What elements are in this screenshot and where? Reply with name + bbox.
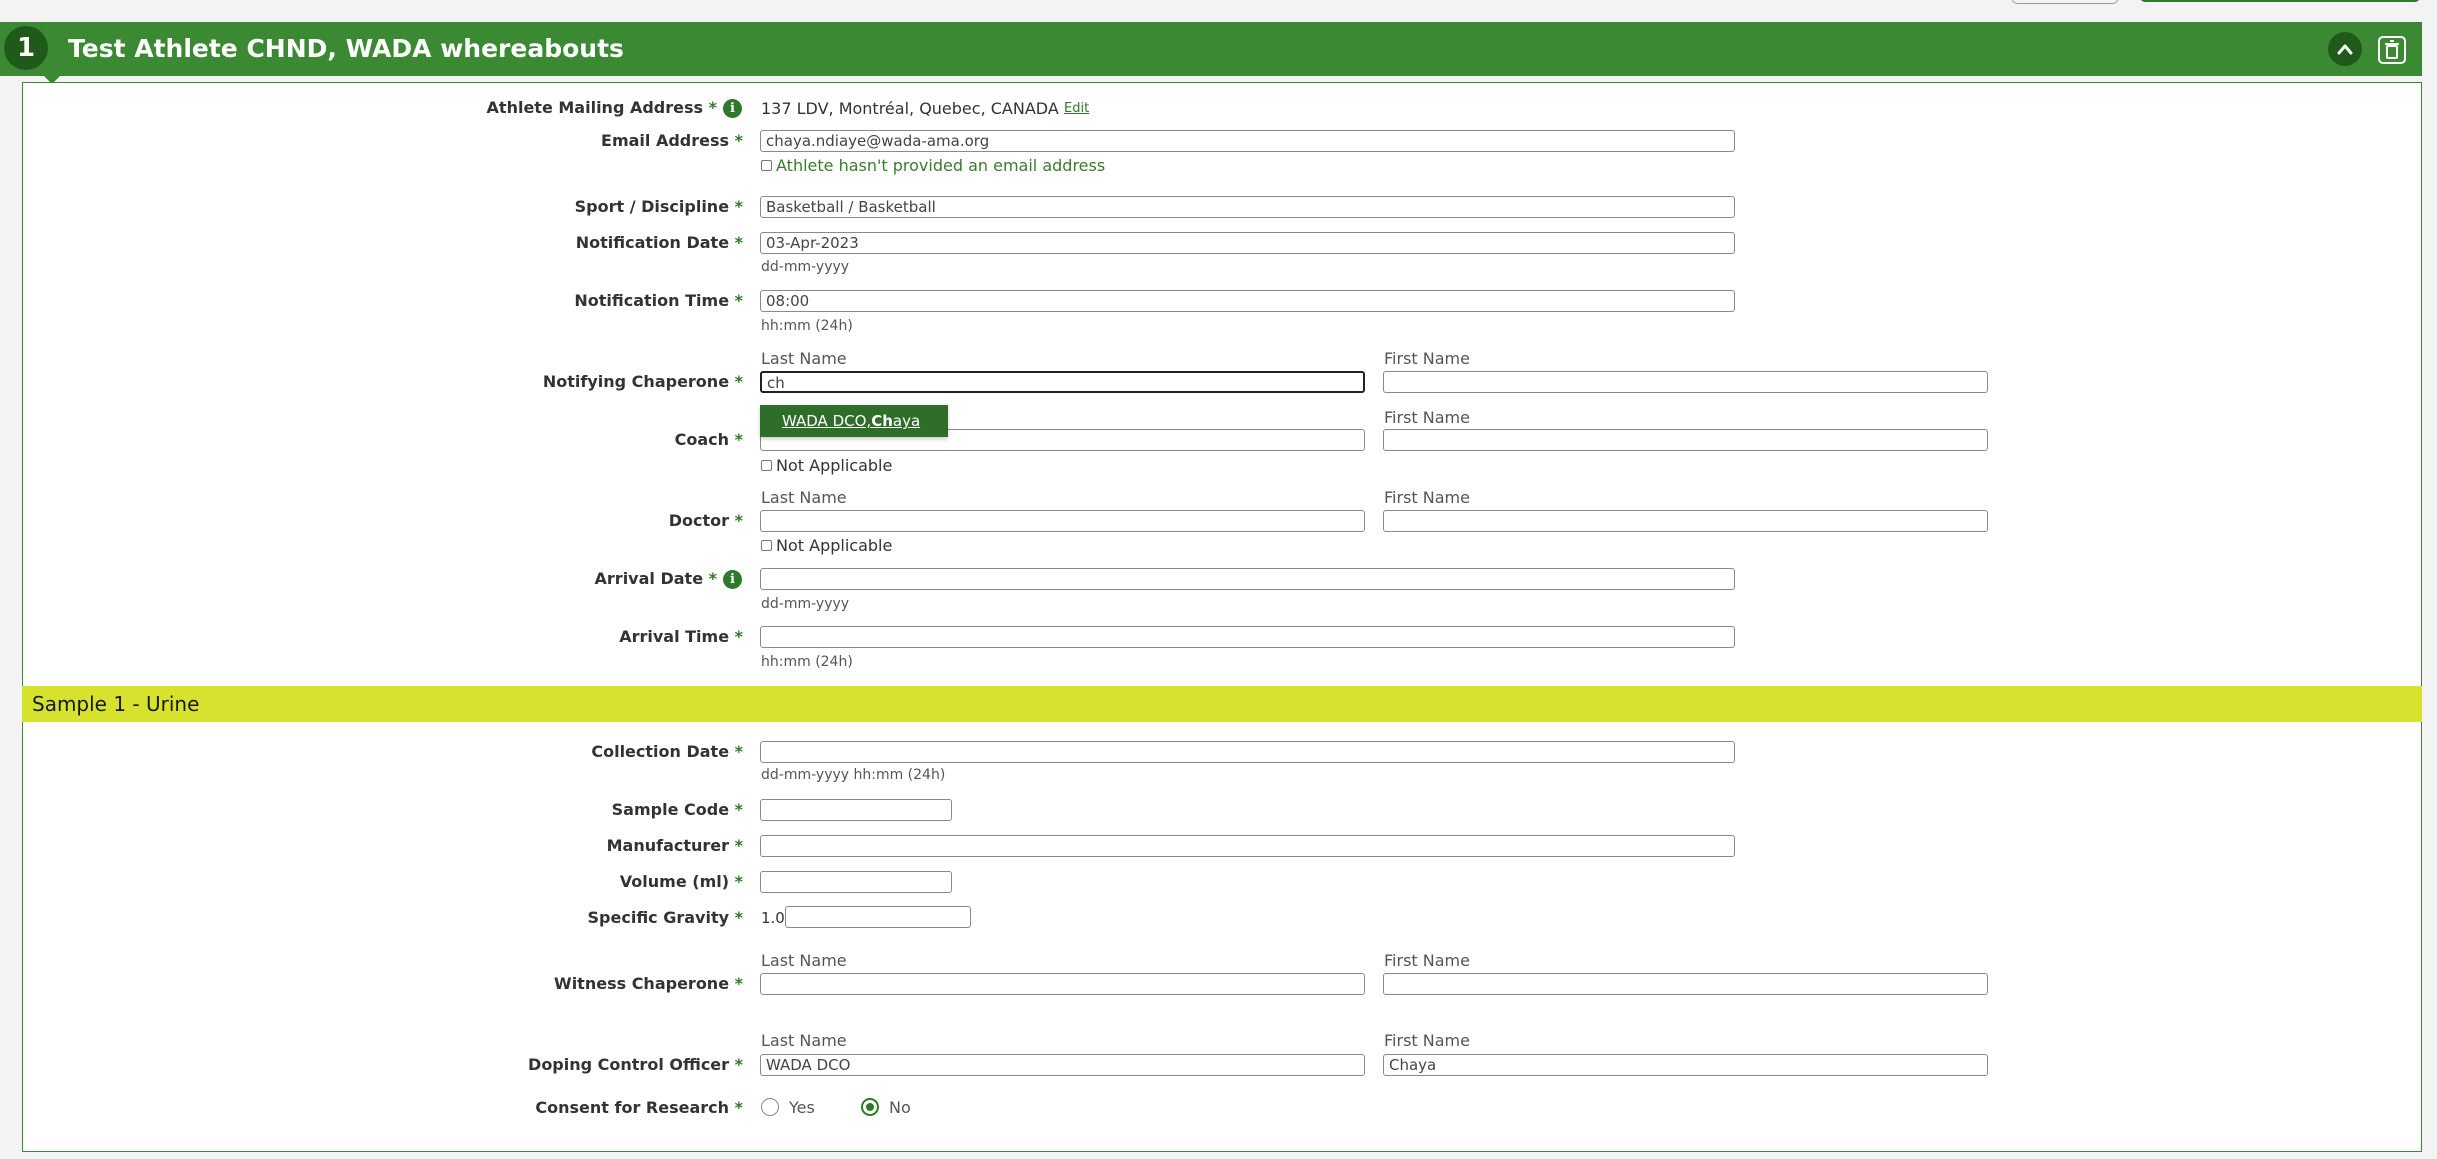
- chevron-up-icon[interactable]: [2328, 32, 2362, 66]
- arrival-time-hint: hh:mm (24h): [761, 654, 853, 670]
- sample-section-title: Sample 1 - Urine: [32, 692, 200, 716]
- collection-date-hint: dd-mm-yyyy hh:mm (24h): [761, 767, 946, 783]
- chaperone-first-name-label: First Name: [1384, 349, 1470, 368]
- notifying-chaperone-first-input[interactable]: [1383, 371, 1988, 393]
- email-label: Email Address *: [601, 131, 743, 150]
- no-email-label: Athlete hasn't provided an email address: [776, 156, 1106, 175]
- top-secondary-button[interactable]: [2012, 0, 2118, 4]
- top-primary-button[interactable]: [2140, 0, 2420, 2]
- specific-gravity-prefix: 1.0: [761, 909, 785, 927]
- chaperone-autocomplete-option[interactable]: WADA DCO, Ch aya: [760, 405, 948, 437]
- no-email-checkbox[interactable]: [761, 160, 772, 171]
- arrival-time-label: Arrival Time *: [619, 627, 743, 646]
- notification-time-label: Notification Time *: [574, 291, 743, 310]
- sample-code-input[interactable]: [760, 799, 952, 821]
- coach-not-applicable-label: Not Applicable: [776, 456, 893, 475]
- volume-input[interactable]: [760, 871, 952, 893]
- trash-icon[interactable]: [2374, 32, 2410, 68]
- notifying-chaperone-last-input[interactable]: ch: [760, 371, 1365, 393]
- doctor-first-name-label: First Name: [1384, 488, 1470, 507]
- witness-last-name-label: Last Name: [761, 951, 847, 970]
- arrival-date-hint: dd-mm-yyyy: [761, 596, 850, 612]
- consent-yes-label: Yes: [789, 1098, 815, 1117]
- sample-code-label: Sample Code *: [611, 800, 743, 819]
- step-number-badge: 1: [4, 26, 48, 70]
- coach-first-input[interactable]: [1383, 429, 1988, 451]
- volume-label: Volume (ml) *: [619, 872, 743, 891]
- manufacturer-label: Manufacturer *: [606, 836, 743, 855]
- collection-date-input[interactable]: [760, 741, 1735, 763]
- coach-first-name-label: First Name: [1384, 408, 1470, 427]
- consent-label: Consent for Research *: [535, 1098, 743, 1117]
- notification-time-input[interactable]: 08:00: [760, 290, 1735, 312]
- notification-date-label: Notification Date *: [575, 233, 743, 252]
- edit-address-link[interactable]: Edit: [1064, 101, 1089, 116]
- specific-gravity-label: Specific Gravity *: [587, 908, 743, 927]
- dco-label: Doping Control Officer *: [528, 1055, 743, 1074]
- doctor-last-name-label: Last Name: [761, 488, 847, 507]
- athlete-header-title: Test Athlete CHND, WADA whereabouts: [68, 34, 624, 63]
- dco-first-name-label: First Name: [1384, 1031, 1470, 1050]
- witness-chaperone-last-input[interactable]: [760, 973, 1365, 995]
- mailing-address-label: Athlete Mailing Address *: [486, 98, 717, 117]
- info-icon[interactable]: i: [723, 99, 742, 118]
- consent-no-label: No: [889, 1098, 911, 1117]
- consent-yes-radio[interactable]: [761, 1098, 779, 1116]
- sample-section-bar: [22, 686, 2422, 722]
- notification-date-hint: dd-mm-yyyy: [761, 259, 850, 275]
- notifying-chaperone-label: Notifying Chaperone *: [542, 372, 743, 391]
- info-icon[interactable]: i: [723, 570, 742, 589]
- dco-first-input[interactable]: Chaya: [1383, 1054, 1988, 1076]
- consent-no-radio[interactable]: [861, 1098, 879, 1116]
- coach-not-applicable-checkbox[interactable]: [761, 460, 772, 471]
- mailing-address-value: 137 LDV, Montréal, Quebec, CANADA: [761, 99, 1059, 118]
- email-input[interactable]: chaya.ndiaye@wada-ama.org: [760, 130, 1735, 152]
- notification-time-hint: hh:mm (24h): [761, 318, 853, 334]
- arrival-date-input[interactable]: [760, 568, 1735, 590]
- chaperone-last-name-label: Last Name: [761, 349, 847, 368]
- witness-first-name-label: First Name: [1384, 951, 1470, 970]
- collection-date-label: Collection Date *: [591, 742, 743, 761]
- witness-chaperone-label: Witness Chaperone *: [554, 974, 743, 993]
- manufacturer-input[interactable]: [760, 835, 1735, 857]
- doctor-label: Doctor *: [668, 511, 743, 530]
- sport-input[interactable]: Basketball / Basketball: [760, 196, 1735, 218]
- doctor-last-input[interactable]: [760, 510, 1365, 532]
- arrival-time-input[interactable]: [760, 626, 1735, 648]
- arrival-date-label: Arrival Date *: [594, 569, 717, 588]
- sport-label: Sport / Discipline *: [574, 197, 743, 216]
- specific-gravity-input[interactable]: [785, 906, 971, 928]
- doctor-not-applicable-label: Not Applicable: [776, 536, 893, 555]
- notification-date-input[interactable]: 03-Apr-2023: [760, 232, 1735, 254]
- dco-last-name-label: Last Name: [761, 1031, 847, 1050]
- witness-chaperone-first-input[interactable]: [1383, 973, 1988, 995]
- coach-label: Coach *: [674, 430, 743, 449]
- doctor-not-applicable-checkbox[interactable]: [761, 540, 772, 551]
- doctor-first-input[interactable]: [1383, 510, 1988, 532]
- dco-last-input[interactable]: WADA DCO: [760, 1054, 1365, 1076]
